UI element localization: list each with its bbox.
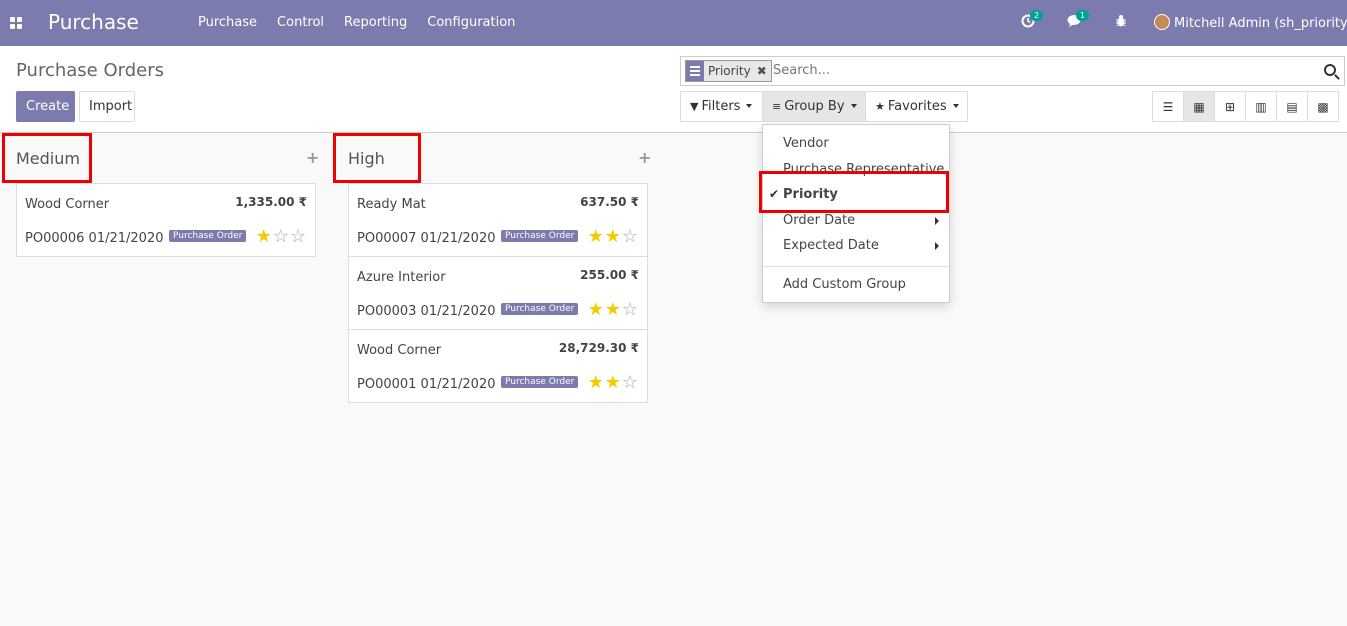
highlight-box-priority [759, 171, 949, 213]
filter-icon: ▼ [690, 100, 699, 113]
grid-view-icon[interactable]: ▩ [1307, 91, 1339, 122]
page-title: Purchase Orders [16, 60, 164, 81]
add-custom-group-button[interactable]: Add Custom Group [783, 277, 906, 292]
kanban-card[interactable]: Wood Corner 28,729.30 ₹ PO00001 01/21/20… [348, 329, 648, 403]
search-facet-priority: Priority ✖ [685, 60, 772, 82]
star-icon: ★ [875, 100, 885, 113]
favorites-button[interactable]: ★ Favorites [865, 91, 968, 122]
chevron-right-icon [935, 217, 939, 225]
highlight-box-high [333, 133, 421, 183]
view-switcher: ☰ ▦ ⊞ ▥ ▤ ▩ [1152, 91, 1339, 122]
star-icon[interactable]: ★ [588, 226, 605, 247]
highlight-box-medium [2, 133, 92, 183]
kanban-view-icon[interactable]: ▦ [1183, 91, 1215, 122]
list-view-icon[interactable]: ☰ [1152, 91, 1184, 122]
kanban-card[interactable]: Wood Corner 1,335.00 ₹ PO00006 01/21/202… [16, 183, 316, 257]
app-brand[interactable]: Purchase [48, 10, 139, 34]
remove-facet-icon[interactable]: ✖ [757, 64, 767, 78]
groupby-option-vendor[interactable]: Vendor [783, 136, 829, 151]
column-add-icon[interactable]: + [306, 148, 319, 167]
import-button[interactable]: Import [79, 91, 135, 122]
star-icon[interactable]: ★ [588, 372, 605, 393]
card-amount: 637.50 ₹ [580, 195, 639, 209]
kanban-card[interactable]: Azure Interior 255.00 ₹ PO00003 01/21/20… [348, 256, 648, 330]
star-icon[interactable]: ★ [256, 226, 273, 247]
column-add-icon[interactable]: + [638, 148, 651, 167]
card-reference: PO00006 01/21/2020 [25, 231, 164, 246]
search-input[interactable] [773, 63, 1293, 78]
control-panel: Purchase Orders Create Import Priority ✖… [0, 46, 1347, 133]
card-amount: 255.00 ₹ [580, 268, 639, 282]
star-icon[interactable]: ★ [605, 299, 622, 320]
create-button[interactable]: Create [16, 91, 75, 122]
user-menu[interactable]: Mitchell Admin (sh_priority) [1154, 14, 1347, 31]
star-outline-icon[interactable]: ☆ [622, 226, 639, 247]
apps-menu-icon[interactable] [10, 17, 22, 29]
search-icon[interactable] [1324, 64, 1336, 76]
status-badge: Purchase Order [501, 230, 579, 242]
card-reference: PO00003 01/21/2020 [357, 304, 496, 319]
card-partner: Wood Corner [357, 343, 442, 358]
user-name: Mitchell Admin (sh_priority) [1174, 16, 1347, 31]
card-partner: Wood Corner [25, 197, 110, 212]
bars-icon: ≡ [772, 100, 782, 113]
activity-count-badge: 2 [1030, 10, 1044, 21]
main-menu: Purchase Control Reporting Configuration [188, 15, 525, 30]
card-partner: Ready Mat [357, 197, 426, 212]
top-navbar: Purchase Purchase Control Reporting Conf… [0, 0, 1347, 46]
card-amount: 1,335.00 ₹ [235, 195, 307, 209]
messages-count-badge: 1 [1076, 10, 1090, 21]
calendar-view-icon[interactable]: ▤ [1276, 91, 1308, 122]
star-icon[interactable]: ★ [588, 299, 605, 320]
menu-reporting[interactable]: Reporting [344, 15, 407, 30]
priority-stars: ★★☆ [588, 299, 639, 320]
priority-stars: ★★☆ [588, 226, 639, 247]
kanban-card[interactable]: Ready Mat 637.50 ₹ PO00007 01/21/2020 Pu… [348, 183, 648, 257]
activity-icon[interactable]: 2 [1021, 10, 1044, 32]
star-icon[interactable]: ★ [605, 226, 622, 247]
search-bar: Priority ✖ [680, 56, 1345, 86]
group-by-button[interactable]: ≡ Group By [762, 91, 866, 122]
card-partner: Azure Interior [357, 270, 446, 285]
chevron-down-icon [746, 104, 753, 108]
menu-control[interactable]: Control [277, 15, 324, 30]
star-outline-icon[interactable]: ☆ [273, 226, 290, 247]
card-reference: PO00007 01/21/2020 [357, 231, 496, 246]
star-outline-icon[interactable]: ☆ [622, 372, 639, 393]
priority-stars: ★☆☆ [256, 226, 307, 247]
favorites-label: Favorites [887, 99, 947, 114]
group-by-label: Group By [784, 99, 845, 114]
debug-bug-icon[interactable] [1115, 14, 1127, 32]
groupby-option-order-date[interactable]: Order Date [783, 213, 855, 228]
chevron-down-icon [850, 104, 857, 108]
star-icon[interactable]: ★ [605, 372, 622, 393]
card-reference: PO00001 01/21/2020 [357, 377, 496, 392]
pivot-view-icon[interactable]: ⊞ [1214, 91, 1246, 122]
divider [763, 266, 949, 267]
status-badge: Purchase Order [501, 376, 579, 388]
chevron-right-icon [935, 242, 939, 250]
groupby-option-expected-date[interactable]: Expected Date [783, 238, 879, 253]
filters-button[interactable]: ▼ Filters [680, 91, 763, 122]
star-outline-icon[interactable]: ☆ [622, 299, 639, 320]
filters-label: Filters [701, 99, 741, 114]
card-amount: 28,729.30 ₹ [558, 341, 639, 355]
graph-view-icon[interactable]: ▥ [1245, 91, 1277, 122]
facet-label: Priority [708, 64, 751, 78]
status-badge: Purchase Order [501, 303, 579, 315]
status-badge: Purchase Order [169, 230, 247, 242]
messages-icon[interactable]: 1 [1067, 10, 1090, 32]
avatar [1154, 14, 1170, 30]
priority-stars: ★★☆ [588, 372, 639, 393]
menu-purchase[interactable]: Purchase [198, 15, 257, 30]
star-outline-icon[interactable]: ☆ [290, 226, 307, 247]
group-by-icon [686, 61, 704, 81]
chevron-down-icon [952, 104, 959, 108]
menu-configuration[interactable]: Configuration [427, 15, 515, 30]
group-by-dropdown: Vendor Purchase Representative ✔ Priorit… [762, 124, 950, 303]
